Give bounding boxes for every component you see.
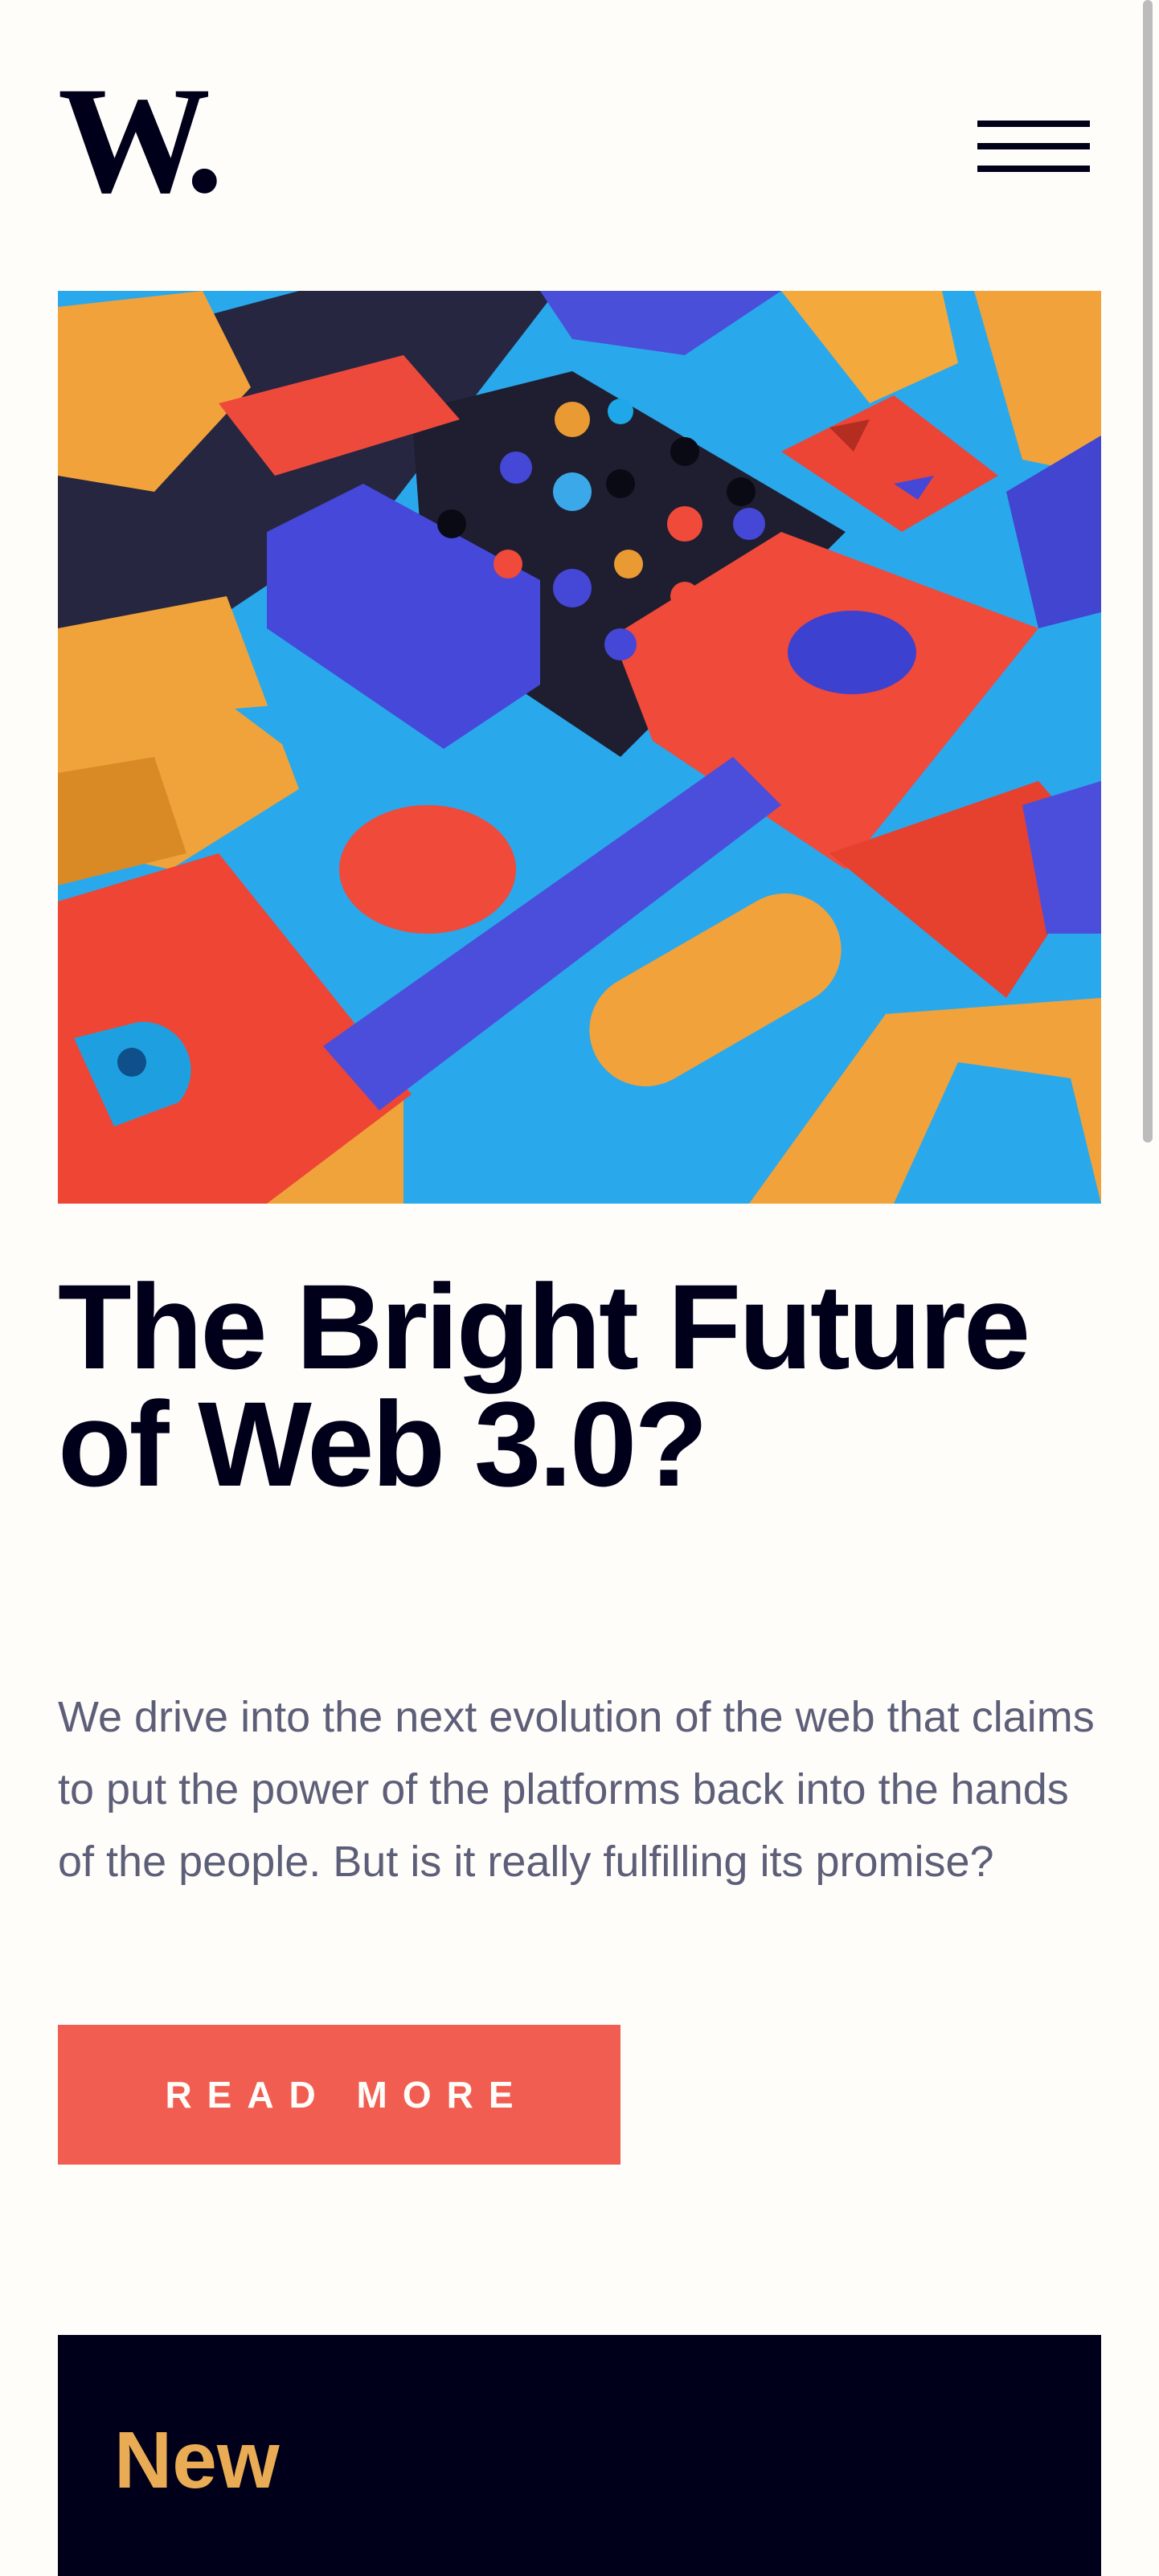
- page-scrollbar[interactable]: [1136, 0, 1159, 2576]
- hamburger-icon-bar: [977, 166, 1090, 172]
- site-header: W.: [58, 80, 1101, 201]
- hero-image: [58, 291, 1101, 1204]
- logo-text: W.: [58, 80, 218, 201]
- site-logo[interactable]: W.: [58, 80, 243, 201]
- hamburger-menu-button[interactable]: [977, 121, 1090, 172]
- article-intro: We drive into the next evolution of the …: [58, 1693, 1095, 1886]
- scrollbar-thumb[interactable]: [1143, 0, 1153, 1143]
- abstract-3d-blocks-image: [58, 291, 1101, 1204]
- hamburger-icon-bar: [977, 143, 1090, 149]
- read-more-button[interactable]: READ MORE: [58, 2025, 620, 2165]
- new-section: New: [58, 2335, 1101, 2576]
- article-headline: The Bright Future of Web 3.0?: [58, 1259, 1030, 1511]
- hamburger-icon-bar: [977, 121, 1090, 127]
- new-section-title: New: [114, 2415, 280, 2505]
